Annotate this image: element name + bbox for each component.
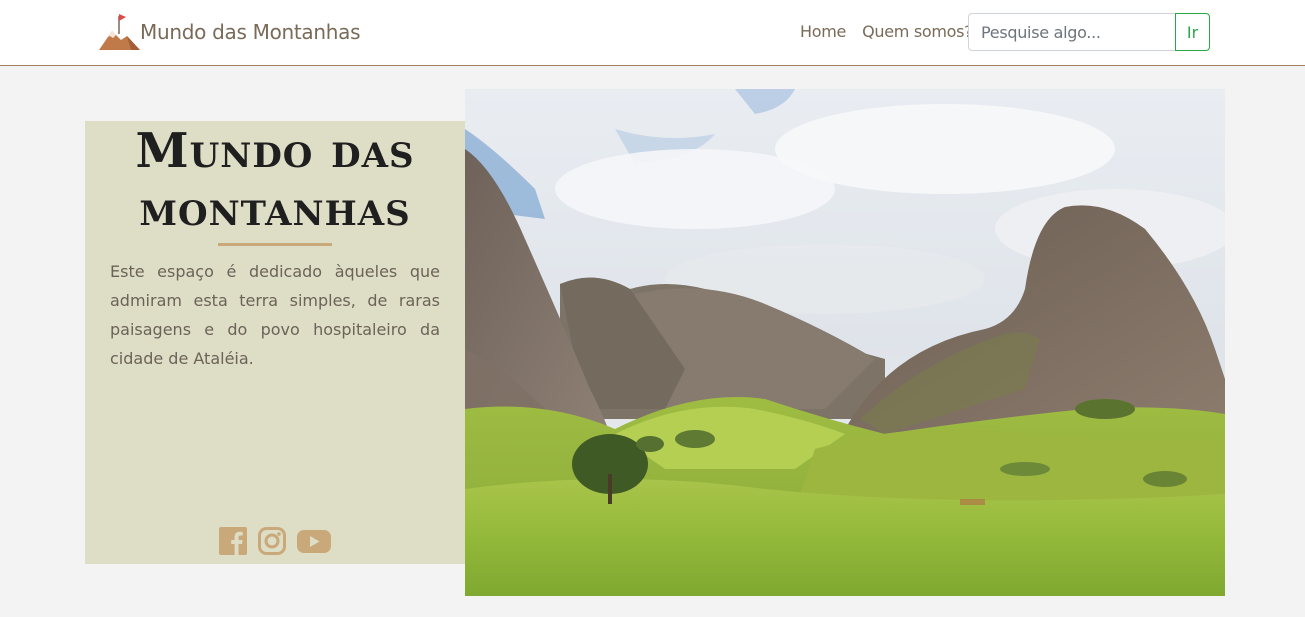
facebook-icon xyxy=(219,527,247,555)
social-links xyxy=(85,525,465,557)
nav-link-home[interactable]: Home xyxy=(800,22,846,41)
search-button[interactable]: Ir xyxy=(1175,13,1210,51)
nav-links: Home Quem somos? xyxy=(800,22,973,41)
mountain-landscape-photo xyxy=(465,89,1225,596)
hero-title: Mundo das montanhas xyxy=(85,121,465,238)
hero-title-line-2: montanhas xyxy=(139,181,411,237)
hero-title-line-1: Mundo das xyxy=(135,123,415,179)
title-divider xyxy=(218,243,332,246)
instagram-link[interactable] xyxy=(257,525,287,557)
brand-title: Mundo das Montanhas xyxy=(140,20,361,44)
youtube-link[interactable] xyxy=(296,525,332,557)
facebook-link[interactable] xyxy=(218,525,248,557)
nav-link-about[interactable]: Quem somos? xyxy=(862,22,973,41)
instagram-icon xyxy=(258,527,286,555)
youtube-icon xyxy=(297,530,331,553)
mountain-flag-icon xyxy=(99,14,140,50)
search-form: Ir xyxy=(968,13,1210,51)
search-input[interactable] xyxy=(968,13,1175,51)
brand-link[interactable]: Mundo das Montanhas xyxy=(99,12,361,52)
info-panel: Mundo das montanhas Este espaço é dedica… xyxy=(85,121,465,564)
hero-description: Este espaço é dedicado àqueles que admir… xyxy=(110,262,440,368)
navbar: Mundo das Montanhas Home Quem somos? Ir xyxy=(0,0,1305,66)
